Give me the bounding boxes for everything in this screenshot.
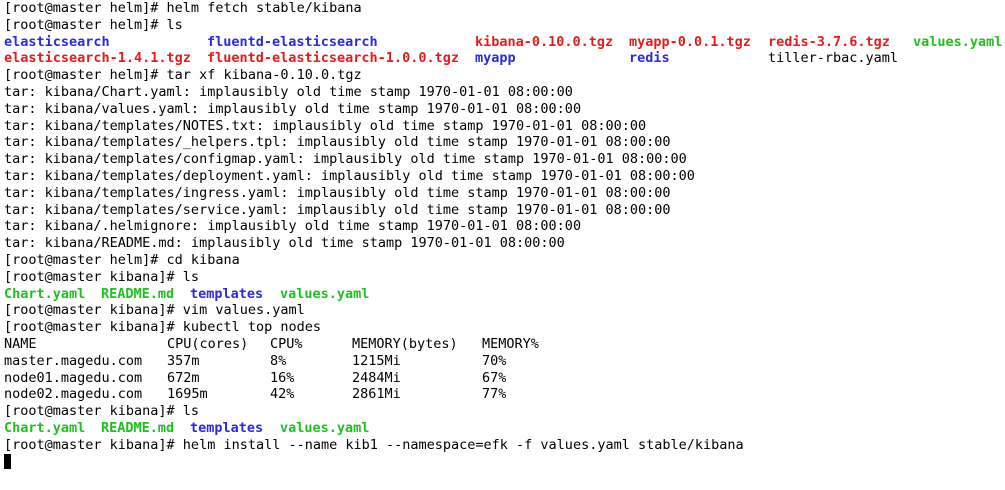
table-cell: 8% [270, 352, 287, 369]
table-cell: 672m [167, 369, 200, 386]
table-row: master.magedu.com 357m 8% 1215Mi 70% [4, 353, 1005, 370]
ls-entry-file: README.md [101, 419, 175, 436]
output-line: tar: kibana/.helmignore: implausibly old… [4, 218, 582, 235]
prompt-line: [root@master helm]# ls [4, 16, 183, 33]
ls-entry-archive: kibana-0.10.0.tgz [475, 33, 614, 50]
table-cell: master.magedu.com [4, 352, 143, 369]
column-header: MEMORY% [482, 335, 539, 352]
table-cell: 16% [270, 369, 295, 386]
table-cell: 77% [482, 386, 507, 403]
table-cell: 2484Mi [352, 369, 401, 386]
table-cell: 1215Mi [352, 352, 401, 369]
ls-entry-file: tiller-rbac.yaml [768, 50, 899, 67]
ls-entry-file: Chart.yaml [4, 285, 86, 302]
ls-entry-directory: templates [190, 419, 264, 436]
ls-entry-archive: redis-3.7.6.tgz [768, 33, 890, 50]
ls-entry-directory: redis [629, 50, 670, 67]
ls-entry-archive: myapp-0.0.1.tgz [629, 33, 751, 50]
table-cell: 1695m [167, 386, 208, 403]
ls-output-row: Chart.yaml README.md templates values.ya… [4, 420, 1005, 437]
terminal-window[interactable]: [root@master helm]# helm fetch stable/ki… [0, 0, 1005, 490]
output-line: tar: kibana/templates/configmap.yaml: im… [4, 151, 687, 168]
table-cell: 42% [270, 386, 295, 403]
ls-entry-directory: myapp [475, 50, 516, 67]
output-line: tar: kibana/Chart.yaml: implausibly old … [4, 83, 573, 100]
table-cell: 70% [482, 352, 507, 369]
ls-entry-file: README.md [101, 285, 175, 302]
output-line: tar: kibana/templates/ingress.yaml: impl… [4, 184, 671, 201]
table-cell: node02.magedu.com [4, 386, 143, 403]
prompt-line: [root@master kibana]# ls [4, 403, 200, 420]
output-line: tar: kibana/templates/NOTES.txt: implaus… [4, 117, 647, 134]
cursor-line[interactable] [4, 453, 1005, 471]
output-line: tar: kibana/templates/deployment.yaml: i… [4, 167, 695, 184]
ls-entry-directory: elasticsearch [4, 33, 110, 50]
prompt-line: [root@master helm]# tar xf kibana-0.10.0… [4, 67, 362, 84]
ls-entry-archive: elasticsearch-1.4.1.tgz [4, 50, 191, 67]
text-cursor [4, 453, 11, 469]
ls-entry-directory: templates [190, 285, 264, 302]
output-line: tar: kibana/values.yaml: implausibly old… [4, 100, 582, 117]
ls-entry-directory: fluentd-elasticsearch [207, 33, 378, 50]
table-row: node02.magedu.com 1695m 42% 2861Mi 77% [4, 386, 1005, 403]
table-cell: 357m [167, 352, 200, 369]
prompt-line: [root@master helm]# helm fetch stable/ki… [4, 0, 362, 16]
table-row: node01.magedu.com 672m 16% 2484Mi 67% [4, 370, 1005, 387]
table-header-row: NAME CPU(cores) CPU% MEMORY(bytes) MEMOR… [4, 336, 1005, 353]
table-cell: 67% [482, 369, 507, 386]
output-line: tar: kibana/templates/_helpers.tpl: impl… [4, 134, 671, 151]
prompt-line: [root@master kibana]# kubectl top nodes [4, 319, 321, 336]
ls-entry-file: values.yaml [280, 285, 370, 302]
prompt-line: [root@master kibana]# ls [4, 268, 200, 285]
output-line: tar: kibana/README.md: implausibly old t… [4, 235, 565, 252]
column-header: CPU(cores) [167, 335, 249, 352]
prompt-line: [root@master helm]# cd kibana [4, 251, 240, 268]
ls-entry-file: values.yaml [913, 33, 1003, 50]
ls-entry-archive: fluentd-elasticsearch-1.0.0.tgz [207, 50, 459, 67]
ls-output-row: elasticsearch fluentd-elasticsearch kiba… [4, 34, 1005, 51]
prompt-line: [root@master kibana]# vim values.yaml [4, 302, 305, 319]
ls-output-row: Chart.yaml README.md templates values.ya… [4, 286, 1005, 303]
table-cell: node01.magedu.com [4, 369, 143, 386]
table-cell: 2861Mi [352, 386, 401, 403]
ls-entry-file: Chart.yaml [4, 419, 86, 436]
column-header: NAME [4, 335, 37, 352]
column-header: CPU% [270, 335, 303, 352]
prompt-line: [root@master kibana]# helm install --nam… [4, 436, 744, 453]
column-header: MEMORY(bytes) [352, 335, 458, 352]
ls-output-row: elasticsearch-1.4.1.tgz fluentd-elastics… [4, 50, 1005, 67]
ls-entry-file: values.yaml [280, 419, 370, 436]
output-line: tar: kibana/templates/service.yaml: impl… [4, 201, 671, 218]
